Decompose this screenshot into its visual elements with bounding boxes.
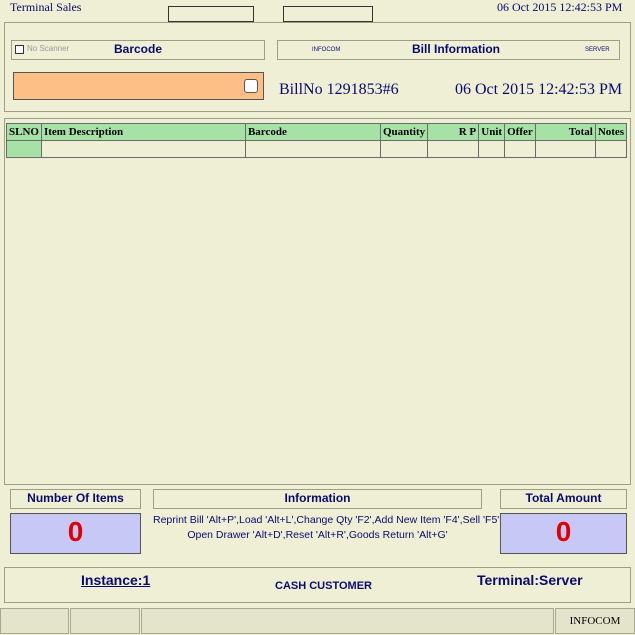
- bill-number: BillNo 1291853#6: [279, 81, 399, 98]
- bill-right-tag: SERVER: [585, 47, 610, 53]
- table-cell[interactable]: [534, 140, 596, 158]
- col-header[interactable]: R P: [427, 123, 480, 141]
- table-header-row: SLNO Item Description Barcode Quantity R…: [6, 123, 628, 141]
- customer-label: CASH CUSTOMER: [275, 580, 372, 592]
- barcode-input-checkbox[interactable]: [244, 79, 258, 93]
- total-amount-value: 0: [555, 516, 572, 547]
- footer-bar: Instance:1 CASH CUSTOMER Terminal:Server: [4, 567, 631, 603]
- bill-left-tag: INFOCOM: [312, 47, 341, 53]
- statusbar-company-cell: INFOCOM: [555, 608, 635, 634]
- bill-info-header: INFOCOM Bill Information SERVER: [277, 40, 620, 60]
- col-header[interactable]: Total: [534, 123, 596, 141]
- header-datetime: 06 Oct 2015 12:42:53 PM: [497, 0, 623, 14]
- statusbar-cell-3: [141, 608, 554, 634]
- items-count-title: Number Of Items: [27, 491, 124, 505]
- col-header[interactable]: Notes: [594, 123, 628, 141]
- col-header[interactable]: Unit: [478, 123, 506, 141]
- bill-info-title: Bill Information: [412, 42, 500, 56]
- header-blank-field-1: [168, 6, 254, 22]
- info-title: Information: [284, 491, 351, 505]
- table-cell[interactable]: [478, 140, 506, 158]
- table-cell[interactable]: [427, 140, 480, 158]
- info-shortcuts-line1: Reprint Bill 'Alt+P',Load 'Alt+L',Change…: [153, 514, 500, 526]
- title-bar: Terminal Sales 06 Oct 2015 12:42:53 PM: [0, 0, 635, 22]
- no-scanner-label: No Scanner: [27, 44, 70, 53]
- barcode-input[interactable]: [13, 72, 264, 100]
- statusbar-cell-1: [0, 608, 69, 634]
- table-cell[interactable]: [244, 140, 381, 158]
- no-scanner-checkbox[interactable]: [15, 45, 24, 54]
- items-table: SLNO Item Description Barcode Quantity R…: [6, 123, 628, 158]
- terminal-label: Terminal:Server: [477, 572, 583, 588]
- table-cell[interactable]: [504, 140, 536, 158]
- info-header: Information: [153, 489, 482, 509]
- total-amount-title: Total Amount: [525, 491, 602, 505]
- info-body: Reprint Bill 'Alt+P',Load 'Alt+L',Change…: [153, 513, 500, 557]
- header-blank-field-2: [283, 6, 373, 22]
- col-header[interactable]: Barcode: [244, 123, 381, 141]
- info-shortcuts-line2: Open Drawer 'Alt+D',Reset 'Alt+R',Goods …: [187, 529, 448, 541]
- table-cell[interactable]: [40, 140, 246, 158]
- barcode-header: No Scanner Barcode: [11, 40, 265, 60]
- col-header[interactable]: Item Description: [40, 123, 246, 141]
- bill-datetime: 06 Oct 2015 12:42:53 PM: [455, 81, 623, 98]
- statusbar-company: INFOCOM: [569, 615, 621, 627]
- statusbar-cell-2: [70, 608, 140, 634]
- table-cell[interactable]: [379, 140, 429, 158]
- items-count-box: 0: [10, 513, 141, 554]
- total-amount-header: Total Amount: [500, 489, 627, 509]
- items-grid-panel: SLNO Item Description Barcode Quantity R…: [4, 118, 631, 485]
- barcode-title: Barcode: [114, 42, 163, 56]
- items-count-header: Number Of Items: [10, 489, 141, 509]
- table-cell[interactable]: [6, 140, 42, 158]
- total-amount-box: 0: [500, 513, 627, 554]
- items-count-value: 0: [67, 516, 84, 547]
- col-header[interactable]: SLNO: [6, 123, 42, 141]
- window-title: Terminal Sales: [10, 0, 82, 14]
- instance-label: Instance:1: [81, 572, 151, 588]
- table-cell[interactable]: [594, 140, 628, 158]
- col-header[interactable]: Quantity: [379, 123, 429, 141]
- col-header[interactable]: Offer: [504, 123, 536, 141]
- table-row[interactable]: [6, 140, 628, 158]
